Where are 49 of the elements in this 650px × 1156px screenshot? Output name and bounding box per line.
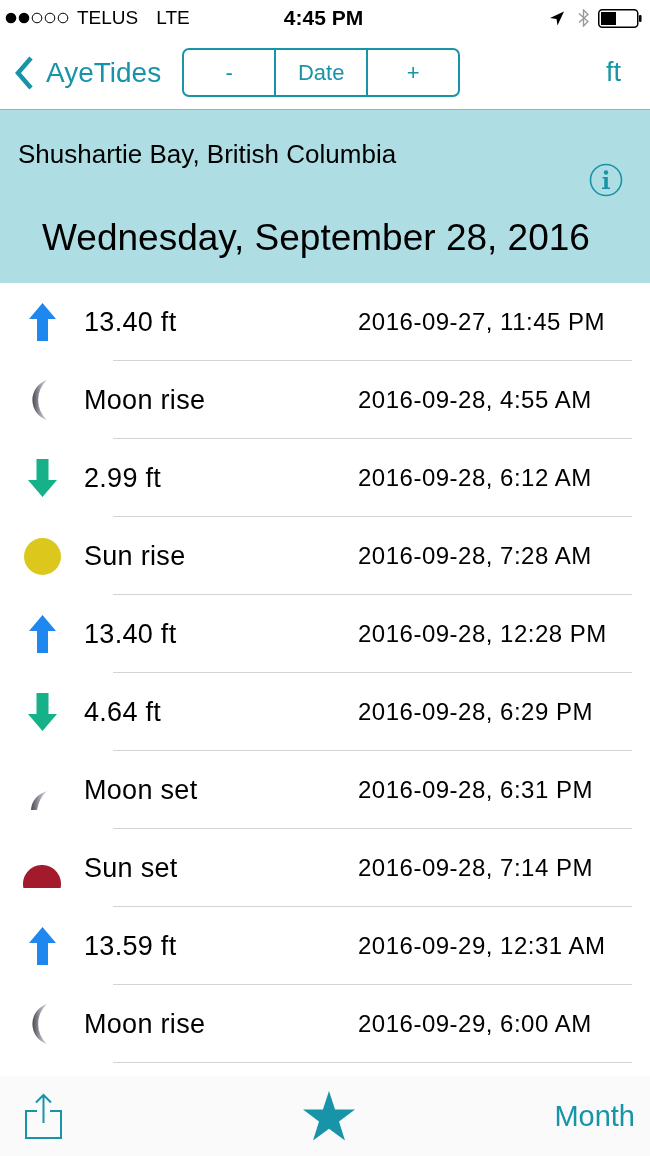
location-arrow-icon (550, 10, 564, 26)
event-time: 2016-09-28, 7:14 PM (358, 853, 593, 883)
event-time: 2016-09-28, 12:28 PM (358, 619, 607, 649)
month-button[interactable]: Month (554, 1101, 635, 1131)
share-button[interactable] (25, 1093, 62, 1139)
date-heading: Wednesday, September 28, 2016 (41, 216, 591, 260)
event-label: Sun rise (84, 540, 187, 572)
event-time: 2016-09-29, 12:31 AM (358, 931, 606, 961)
event-label: Moon rise (84, 1008, 207, 1040)
info-icon[interactable] (589, 163, 623, 197)
bluetooth-icon (578, 9, 589, 27)
up-arrow-icon (28, 303, 56, 341)
event-time: 2016-09-28, 6:29 PM (358, 697, 593, 727)
location-name: Shushartie Bay, British Columbia (18, 139, 398, 169)
event-label: 4.64 ft (84, 696, 163, 728)
carrier-name: TELUS (77, 5, 139, 30)
sun-icon (23, 537, 61, 575)
share-icon (25, 1093, 62, 1139)
event-label: 13.40 ft (84, 306, 178, 338)
crescent-moon-icon (30, 790, 48, 810)
up-arrow-icon (28, 927, 56, 965)
down-arrow-icon (27, 693, 57, 731)
event-time: 2016-09-28, 6:12 AM (358, 463, 592, 493)
network-type: LTE (156, 5, 190, 30)
signal-strength-icon (5, 12, 71, 24)
event-label: 13.40 ft (84, 618, 178, 650)
down-arrow-icon (27, 459, 57, 497)
event-time: 2016-09-28, 7:28 AM (358, 541, 592, 571)
segment-button[interactable]: - (182, 48, 277, 97)
up-arrow-icon (28, 615, 56, 653)
event-label: Sun set (84, 852, 179, 884)
star-icon (303, 1091, 355, 1141)
event-label: Moon set (84, 774, 199, 806)
event-time: 2016-09-28, 4:55 AM (358, 385, 592, 415)
event-label: 13.59 ft (84, 930, 178, 962)
segment-button[interactable]: + (366, 48, 461, 97)
status-time: 4:45 PM (283, 5, 364, 32)
event-label: 2.99 ft (84, 462, 163, 494)
units-button[interactable]: ft (606, 59, 621, 86)
event-label: Moon rise (84, 384, 207, 416)
segment-button[interactable]: Date (274, 48, 369, 97)
chevron-left-icon (14, 55, 34, 90)
setting-sun-icon (23, 865, 61, 888)
event-time: 2016-09-29, 6:00 AM (358, 1009, 592, 1039)
event-time: 2016-09-28, 6:31 PM (358, 775, 593, 805)
back-button[interactable]: AyeTides (0, 55, 162, 90)
favorite-button[interactable] (303, 1091, 355, 1141)
event-time: 2016-09-27, 11:45 PM (358, 307, 606, 337)
battery-icon (598, 8, 642, 28)
